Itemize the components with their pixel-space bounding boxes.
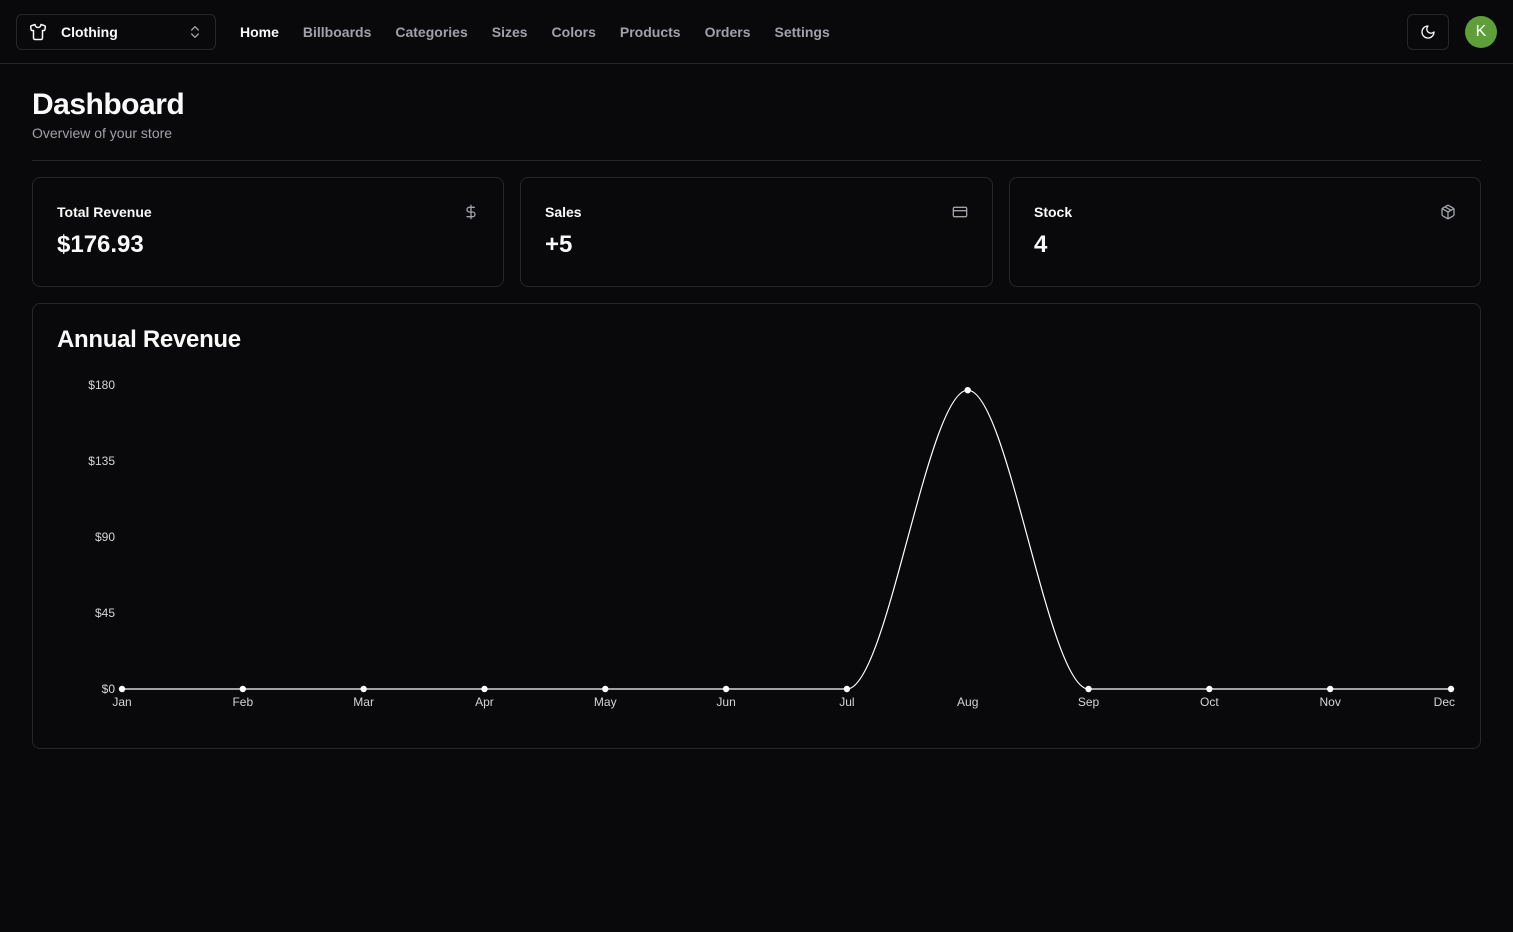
y-tick-label: $0: [102, 682, 116, 696]
stock-value: 4: [1034, 231, 1048, 258]
nav-item-categories[interactable]: Categories: [395, 22, 467, 42]
y-tick-label: $90: [95, 530, 115, 544]
store-switcher-label: Clothing: [61, 24, 118, 40]
total-revenue-value: $176.93: [57, 231, 144, 258]
data-point-may: [602, 685, 609, 693]
x-tick-label: Jan: [112, 695, 131, 709]
data-point-oct: [1206, 685, 1213, 693]
data-point-jun: [722, 685, 730, 693]
page-subtitle: Overview of your store: [32, 125, 173, 141]
sales-label: Sales: [545, 204, 582, 220]
divider: [32, 160, 1481, 161]
data-point-nov: [1326, 685, 1334, 693]
x-tick-label: Oct: [1200, 695, 1219, 709]
y-tick-label: $135: [88, 454, 115, 468]
chevrons-up-down-icon: [187, 24, 203, 40]
user-avatar[interactable]: K: [1465, 16, 1497, 48]
stock-label: Stock: [1034, 204, 1073, 220]
total-revenue-label: Total Revenue: [57, 204, 152, 220]
nav-item-home[interactable]: Home: [240, 22, 279, 42]
top-navbar: Clothing Home Billboards Categories Size…: [0, 0, 1513, 64]
data-point-aug: [964, 386, 971, 394]
nav-item-products[interactable]: Products: [620, 22, 681, 42]
sales-card: Sales +5: [520, 177, 993, 287]
package-icon: [1440, 204, 1456, 220]
x-tick-label: Dec: [1434, 695, 1455, 709]
dollar-sign-icon: [463, 204, 479, 220]
data-point-jul: [843, 685, 851, 693]
total-revenue-card: Total Revenue $176.93: [32, 177, 504, 287]
nav-item-billboards[interactable]: Billboards: [303, 22, 371, 42]
data-point-apr: [481, 685, 488, 693]
nav-item-sizes[interactable]: Sizes: [492, 22, 528, 42]
x-tick-label: Mar: [353, 695, 374, 709]
data-point-jan: [118, 685, 126, 693]
nav-item-colors[interactable]: Colors: [552, 22, 596, 42]
nav-item-orders[interactable]: Orders: [705, 22, 751, 42]
data-point-feb: [239, 685, 247, 693]
x-tick-label: Apr: [475, 695, 494, 709]
annual-revenue-card: Annual Revenue $0 $45 $90 $135 $180 Jan Feb Mar…: [32, 303, 1481, 749]
x-tick-label: May: [594, 695, 617, 709]
sales-value: +5: [545, 231, 573, 258]
annual-revenue-chart: $0 $45 $90 $135 $180 Jan Feb Mar Apr May Jun Jul Aug…: [88, 378, 1455, 709]
x-tick-label: Jun: [716, 695, 735, 709]
moon-icon: [1420, 24, 1436, 40]
x-tick-label: Jul: [839, 695, 854, 709]
data-point-sep: [1085, 685, 1092, 693]
nav-item-settings[interactable]: Settings: [775, 22, 830, 42]
x-tick-label: Feb: [232, 695, 253, 709]
data-point-dec: [1447, 685, 1455, 693]
stock-card: Stock 4: [1009, 177, 1481, 287]
theme-toggle-button[interactable]: [1407, 14, 1449, 50]
x-tick-label: Aug: [957, 695, 978, 709]
x-tick-label: Sep: [1078, 695, 1100, 709]
shirt-icon: [29, 23, 47, 41]
data-point-mar: [360, 685, 367, 693]
credit-card-icon: [952, 204, 968, 220]
revenue-line: [122, 389, 1451, 690]
y-tick-label: $180: [88, 378, 115, 392]
x-tick-label: Nov: [1320, 695, 1341, 709]
main-nav: Home Billboards Categories Sizes Colors …: [240, 22, 830, 42]
page-title: Dashboard: [32, 88, 185, 121]
y-tick-label: $45: [95, 606, 115, 620]
store-switcher[interactable]: Clothing: [16, 14, 216, 50]
